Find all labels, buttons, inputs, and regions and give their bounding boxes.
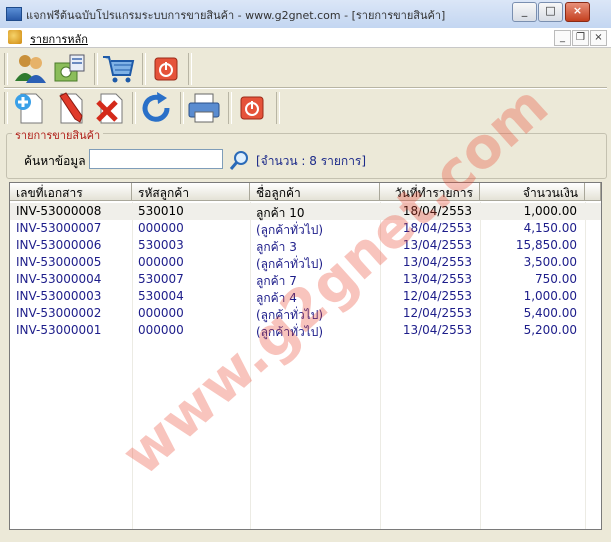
search-input[interactable] — [89, 149, 223, 169]
cell-customer-code: 000000 — [138, 221, 184, 235]
cell-doc-no: INV-53000006 — [16, 238, 102, 252]
groupbox-title: รายการขายสินค้า — [12, 126, 104, 144]
cell-customer-name: (ลูกค้าทั่วไป) — [256, 325, 324, 339]
toolbar-separator — [132, 92, 136, 124]
toolbar-separator — [142, 53, 146, 85]
cell-doc-no: INV-53000004 — [16, 272, 102, 286]
mdi-minimize-button[interactable]: _ — [554, 30, 571, 46]
cart-button[interactable] — [100, 51, 136, 87]
table-row[interactable]: INV-53000006 530003 ลูกค้า 3 13/04/2553 15,8… — [10, 237, 601, 254]
cell-amount: 5,200.00 — [523, 323, 577, 337]
cell-amount: 4,150.00 — [523, 221, 577, 235]
cell-amount: 750.00 — [535, 272, 577, 286]
cell-customer-code: 000000 — [138, 255, 184, 269]
exit-icon — [240, 96, 264, 120]
header-customer-code[interactable]: รหัสลูกค้า — [132, 183, 250, 201]
menu-icon — [8, 30, 22, 44]
cell-customer-code: 530003 — [138, 238, 184, 252]
cell-date: 18/04/2553 — [402, 204, 472, 218]
cell-date: 12/04/2553 — [402, 289, 472, 303]
cell-amount: 1,000.00 — [523, 204, 577, 218]
cell-date: 13/04/2553 — [402, 323, 472, 337]
cell-amount: 3,500.00 — [523, 255, 577, 269]
toolbar-separator — [228, 92, 232, 124]
search-button[interactable] — [229, 149, 251, 171]
header-customer-name[interactable]: ชื่อลูกค้า — [250, 183, 380, 201]
cart-icon — [103, 56, 135, 83]
table-header: เลขที่เอกสาร รหัสลูกค้า ชื่อลูกค้า วันที… — [10, 183, 601, 202]
customers-button[interactable] — [12, 51, 48, 87]
exit-button[interactable] — [148, 51, 184, 87]
search-label: ค้นหาข้อมูล — [24, 154, 86, 168]
title-bar: แจกฟรีต้นฉบับโปรแกรมระบบการขายสินค้า - w… — [0, 0, 611, 29]
table-row[interactable]: INV-53000004 530007 ลูกค้า 7 13/04/2553 750.… — [10, 271, 601, 288]
cell-amount: 1,000.00 — [523, 289, 577, 303]
main-toolbar — [4, 49, 607, 89]
edit-icon — [59, 92, 83, 124]
print-button[interactable] — [186, 90, 222, 126]
record-count: [จำนวน : 8 รายการ] — [256, 154, 367, 168]
toolbar-separator — [4, 53, 8, 85]
app-icon — [6, 7, 22, 21]
cell-date: 13/04/2553 — [402, 238, 472, 252]
products-icon — [54, 54, 85, 82]
minimize-button[interactable]: _ — [512, 2, 537, 22]
cell-doc-no: INV-53000003 — [16, 289, 102, 303]
record-toolbar — [4, 88, 607, 128]
cell-amount: 5,400.00 — [523, 306, 577, 320]
cell-customer-code: 530004 — [138, 289, 184, 303]
products-button[interactable] — [52, 51, 88, 87]
cell-doc-no: INV-53000002 — [16, 306, 102, 320]
cell-amount: 15,850.00 — [515, 238, 577, 252]
table-row[interactable]: INV-53000001 000000 (ลูกค้าทั่วไป) 13/04/25… — [10, 322, 601, 339]
add-button[interactable] — [12, 90, 48, 126]
cell-customer-code: 000000 — [138, 306, 184, 320]
header-filler — [585, 183, 601, 201]
menu-main-items[interactable]: รายการหลัก — [30, 30, 88, 48]
cell-customer-code: 530010 — [138, 204, 184, 218]
cell-customer-code: 000000 — [138, 323, 184, 337]
toolbar-separator — [94, 53, 98, 85]
refresh-button[interactable] — [138, 90, 174, 126]
add-icon — [15, 93, 43, 124]
customers-icon — [15, 55, 46, 83]
close-button[interactable]: × — [565, 2, 590, 22]
exit-button[interactable] — [234, 90, 270, 126]
toolbar-separator — [276, 92, 280, 124]
cell-date: 13/04/2553 — [402, 272, 472, 286]
edit-button[interactable] — [52, 90, 88, 126]
delete-button[interactable] — [92, 90, 128, 126]
cell-doc-no: INV-53000005 — [16, 255, 102, 269]
cell-doc-no: INV-53000007 — [16, 221, 102, 235]
toolbar-separator — [188, 53, 192, 85]
header-date[interactable]: วันที่ทำรายการ — [380, 183, 480, 201]
search-icon — [229, 151, 248, 170]
table-row[interactable]: INV-53000003 530004 ลูกค้า 4 12/04/2553 1,00… — [10, 288, 601, 305]
cell-date: 18/04/2553 — [402, 221, 472, 235]
cell-date: 12/04/2553 — [402, 306, 472, 320]
print-icon — [188, 93, 220, 123]
exit-icon — [154, 57, 178, 81]
mdi-restore-button[interactable]: ❐ — [572, 30, 589, 46]
header-doc-no[interactable]: เลขที่เอกสาร — [10, 183, 132, 201]
table-row[interactable]: INV-53000008 530010 ลูกค้า 10 18/04/2553 1,0… — [10, 203, 601, 220]
table-row[interactable]: INV-53000005 000000 (ลูกค้าทั่วไป) 13/04/25… — [10, 254, 601, 271]
toolbar-separator — [4, 92, 8, 124]
table-row[interactable]: INV-53000007 000000 (ลูกค้าทั่วไป) 18/04/25… — [10, 220, 601, 237]
mdi-close-button[interactable]: × — [590, 30, 607, 46]
maximize-button[interactable]: □ — [538, 2, 563, 22]
menu-bar: รายการหลัก _ ❐ × — [0, 28, 611, 48]
cell-date: 13/04/2553 — [402, 255, 472, 269]
window-title: แจกฟรีต้นฉบับโปรแกรมระบบการขายสินค้า - w… — [26, 9, 446, 22]
cell-customer-code: 530007 — [138, 272, 184, 286]
cell-doc-no: INV-53000008 — [16, 204, 102, 218]
table-row[interactable]: INV-53000002 000000 (ลูกค้าทั่วไป) 12/04/25… — [10, 305, 601, 322]
refresh-icon — [142, 92, 170, 122]
sales-table[interactable]: เลขที่เอกสาร รหัสลูกค้า ชื่อลูกค้า วันที… — [9, 182, 602, 530]
toolbar-separator — [180, 92, 184, 124]
cell-doc-no: INV-53000001 — [16, 323, 102, 337]
delete-icon — [96, 93, 123, 124]
header-amount[interactable]: จำนวนเงิน — [480, 183, 585, 201]
